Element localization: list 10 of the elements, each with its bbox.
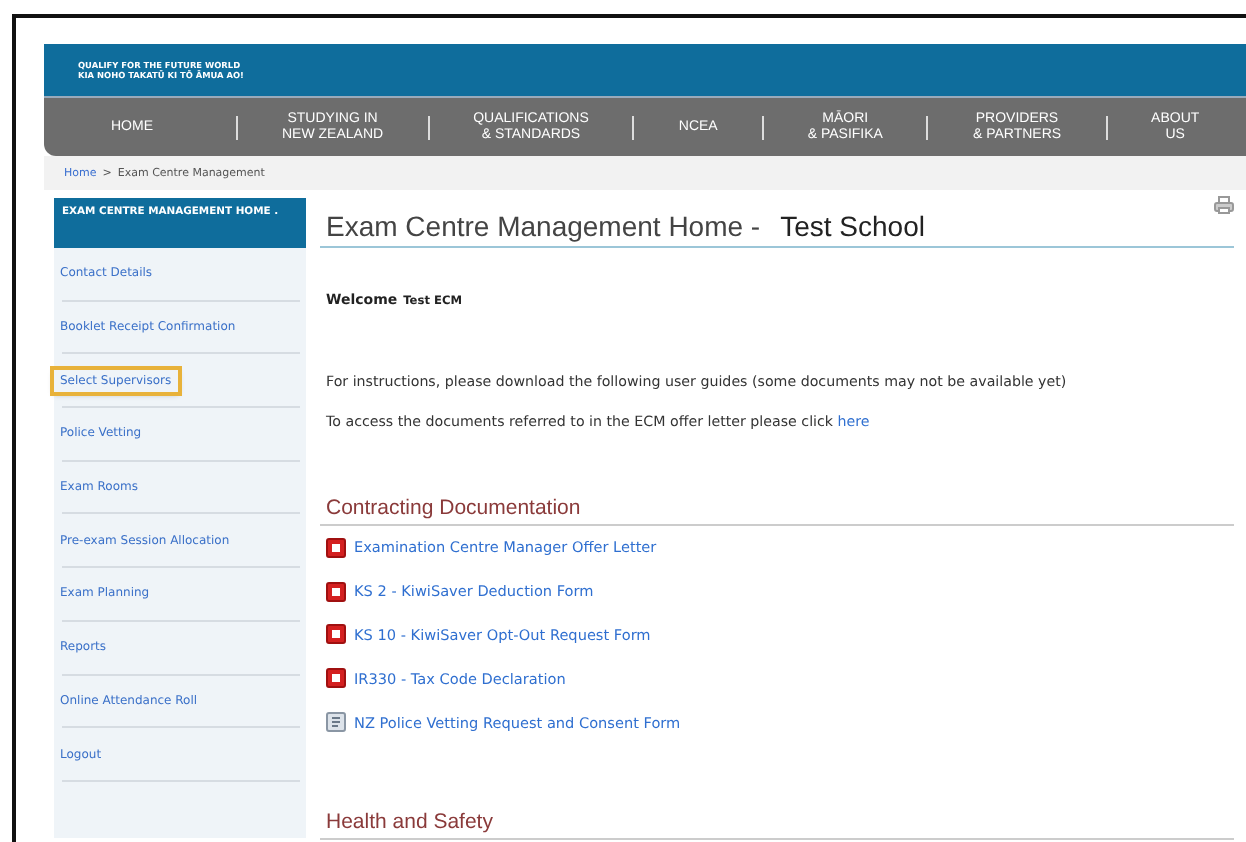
pdf-icon: [326, 581, 346, 602]
page-title: Exam Centre Management Home -: [326, 210, 761, 242]
school-name: Test School: [780, 210, 925, 242]
section-heading: Health and Safety: [320, 809, 1234, 840]
pdf-icon: [326, 537, 346, 558]
printer-icon[interactable]: [1214, 196, 1234, 214]
document-icon: [326, 712, 346, 733]
section-heading: Contracting Documentation: [320, 496, 1234, 526]
pdf-icon: [326, 624, 346, 645]
pdf-icon: [326, 668, 346, 689]
